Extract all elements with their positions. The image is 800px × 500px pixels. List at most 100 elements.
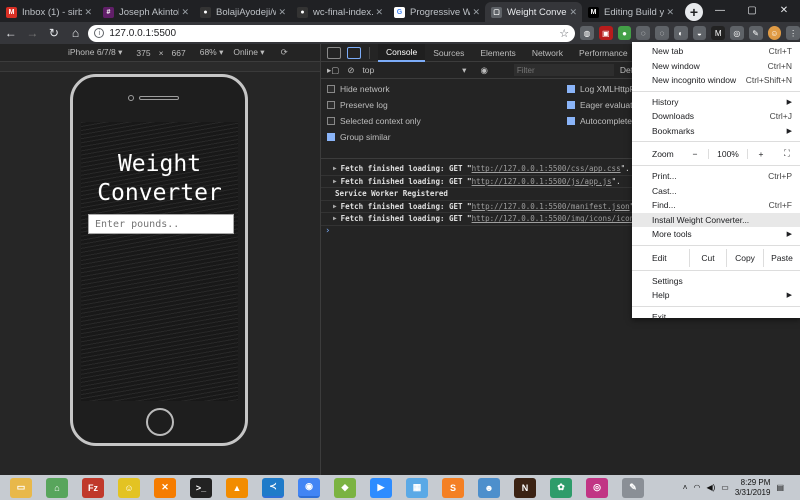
menu-item[interactable]: New window Ctrl+N [632, 59, 800, 74]
console-option[interactable]: Selected context only [327, 116, 421, 126]
browser-tab[interactable]: M Editing Build you✕ [582, 2, 679, 22]
menu-item-exit[interactable]: Exit [632, 310, 800, 325]
bookmark-star-icon[interactable]: ☆ [559, 27, 569, 40]
back-icon[interactable]: ← [0, 22, 22, 44]
browser-tab[interactable]: G Progressive Web✕ [388, 2, 485, 22]
extension-icon[interactable]: ◎ [730, 26, 744, 40]
pounds-input[interactable] [88, 214, 234, 234]
menu-item[interactable]: Cast... [632, 184, 800, 199]
vscode-icon[interactable]: ≺ [262, 477, 284, 498]
app-green-icon[interactable]: ✿ [550, 477, 572, 498]
console-option[interactable]: Autocomplete fr [567, 116, 640, 126]
menu-item[interactable]: More tools ▶ [632, 227, 800, 242]
app-yellow-icon[interactable]: ☺ [118, 477, 140, 498]
copy-button[interactable]: Copy [726, 248, 763, 267]
home-button[interactable] [146, 408, 174, 436]
bus-icon[interactable]: ▦ [406, 477, 428, 498]
close-icon[interactable]: ✕ [278, 7, 286, 18]
chrome-icon[interactable]: ◉ [298, 477, 320, 498]
maximize-icon[interactable]: ▢ [736, 0, 768, 20]
address-bar[interactable]: i 127.0.0.1:5500 ☆ [88, 24, 576, 42]
close-icon[interactable]: ✕ [666, 7, 674, 18]
browser-tab[interactable]: M Inbox (1) - sirbe ✕ [0, 2, 97, 22]
zoom-out-button[interactable]: − [682, 149, 708, 159]
extension-icon[interactable]: ◐ [673, 26, 688, 40]
device-toggle-icon[interactable] [347, 46, 361, 59]
xampp-icon[interactable]: ✕ [154, 477, 176, 498]
device-width[interactable]: 375 [136, 48, 150, 58]
instagram-icon[interactable]: ◎ [586, 477, 608, 498]
new-tab-button[interactable]: + [685, 3, 703, 21]
checkbox[interactable] [327, 117, 335, 125]
terminal-icon[interactable]: >_ [190, 477, 212, 498]
browser-tab[interactable]: ▢ Weight Converte✕ [485, 2, 582, 22]
resource-link[interactable]: http://127.0.0.1:5500/js/app.js [472, 177, 612, 186]
inspect-element-icon[interactable] [327, 46, 341, 59]
clear-console-icon[interactable]: ⊘ [347, 65, 354, 76]
close-window-icon[interactable]: ✕ [768, 0, 800, 20]
chrome-menu-icon[interactable]: ⋮ [786, 26, 800, 40]
device-select[interactable]: iPhone 6/7/8 ▾ [68, 47, 122, 58]
devtools-tab-network[interactable]: Network [524, 44, 571, 62]
close-icon[interactable]: ✕ [84, 7, 92, 18]
checkbox[interactable] [567, 85, 575, 93]
context-select[interactable]: top ▾ [362, 65, 466, 76]
browser-tab[interactable]: ● wc-final-index.ht✕ [291, 2, 388, 22]
close-icon[interactable]: ✕ [181, 7, 189, 18]
extension-icon[interactable]: ◒ [692, 26, 707, 40]
zoom-icon[interactable]: ▶ [370, 477, 392, 498]
extension-icon[interactable]: ◌ [655, 26, 669, 40]
extension-icon[interactable]: ◍ [580, 26, 594, 40]
notifications-icon[interactable]: ▤ [776, 483, 784, 492]
devtools-tab-performance[interactable]: Performance [571, 44, 636, 62]
sidebar-toggle-icon[interactable]: ▸▢ [327, 65, 339, 76]
app-misc-icon[interactable]: ✎ [622, 477, 644, 498]
zoom-in-button[interactable]: + [748, 149, 774, 159]
extension-icon[interactable]: ● [617, 26, 632, 40]
menu-item[interactable]: New tab Ctrl+T [632, 44, 800, 59]
expand-triangle-icon[interactable]: ▶ [333, 178, 337, 185]
browser-tab[interactable]: ● BolajiAyodeji/we✕ [194, 2, 291, 22]
tray-chevron-icon[interactable]: ˄ [683, 483, 688, 492]
devtools-tab-elements[interactable]: Elements [472, 44, 523, 62]
medium-extension-icon[interactable]: M [711, 26, 726, 40]
console-option[interactable]: Group similar [327, 132, 391, 142]
expand-triangle-icon[interactable]: ▶ [333, 215, 337, 222]
home-icon[interactable]: ⌂ [65, 22, 87, 44]
eye-icon[interactable]: ◉ [480, 65, 487, 76]
expand-triangle-icon[interactable]: ▶ [333, 203, 337, 210]
devtools-tab-sources[interactable]: Sources [425, 44, 472, 62]
console-option[interactable]: Log XMLHttpRe [567, 84, 640, 94]
home-icon[interactable]: ⌂ [46, 477, 68, 498]
menu-item[interactable]: History ▶ [632, 95, 800, 110]
paste-button[interactable]: Paste [763, 248, 800, 267]
volume-icon[interactable]: ◀) [706, 483, 715, 492]
resource-link[interactable]: http://127.0.0.1:5500/css/app.css [472, 164, 621, 173]
close-icon[interactable]: ✕ [375, 7, 383, 18]
filezilla-icon[interactable]: Fz [82, 477, 104, 498]
sublime-icon[interactable]: S [442, 477, 464, 498]
rotate-icon[interactable]: ⟳ [281, 47, 288, 58]
console-option[interactable]: Hide network [327, 84, 390, 94]
forward-icon[interactable]: → [22, 22, 44, 44]
minimize-icon[interactable]: — [704, 0, 736, 20]
menu-item[interactable]: Print... Ctrl+P [632, 169, 800, 184]
person-icon[interactable]: ☻ [478, 477, 500, 498]
wifi-icon[interactable]: ◠ [693, 483, 700, 492]
expand-triangle-icon[interactable]: ▶ [333, 165, 337, 172]
site-info-icon[interactable]: i [94, 28, 105, 38]
cut-button[interactable]: Cut [689, 248, 726, 267]
menu-item[interactable]: Bookmarks ▶ [632, 124, 800, 139]
git-icon[interactable]: ◆ [334, 477, 356, 498]
device-height[interactable]: 667 [172, 48, 186, 58]
menu-item[interactable]: Downloads Ctrl+J [632, 109, 800, 124]
checkbox[interactable] [567, 117, 575, 125]
checkbox[interactable] [567, 101, 575, 109]
resource-link[interactable]: http://127.0.0.1:5500/img/icons/icon-144… [472, 214, 657, 223]
network-select[interactable]: Online ▾ [233, 47, 264, 58]
menu-item[interactable]: New incognito window Ctrl+Shift+N [632, 73, 800, 88]
extension-icon[interactable]: ◌ [636, 26, 651, 40]
menu-item[interactable]: Help ▶ [632, 288, 800, 303]
app-circle-icon[interactable]: N [514, 477, 536, 498]
menu-item[interactable]: Settings [632, 274, 800, 289]
